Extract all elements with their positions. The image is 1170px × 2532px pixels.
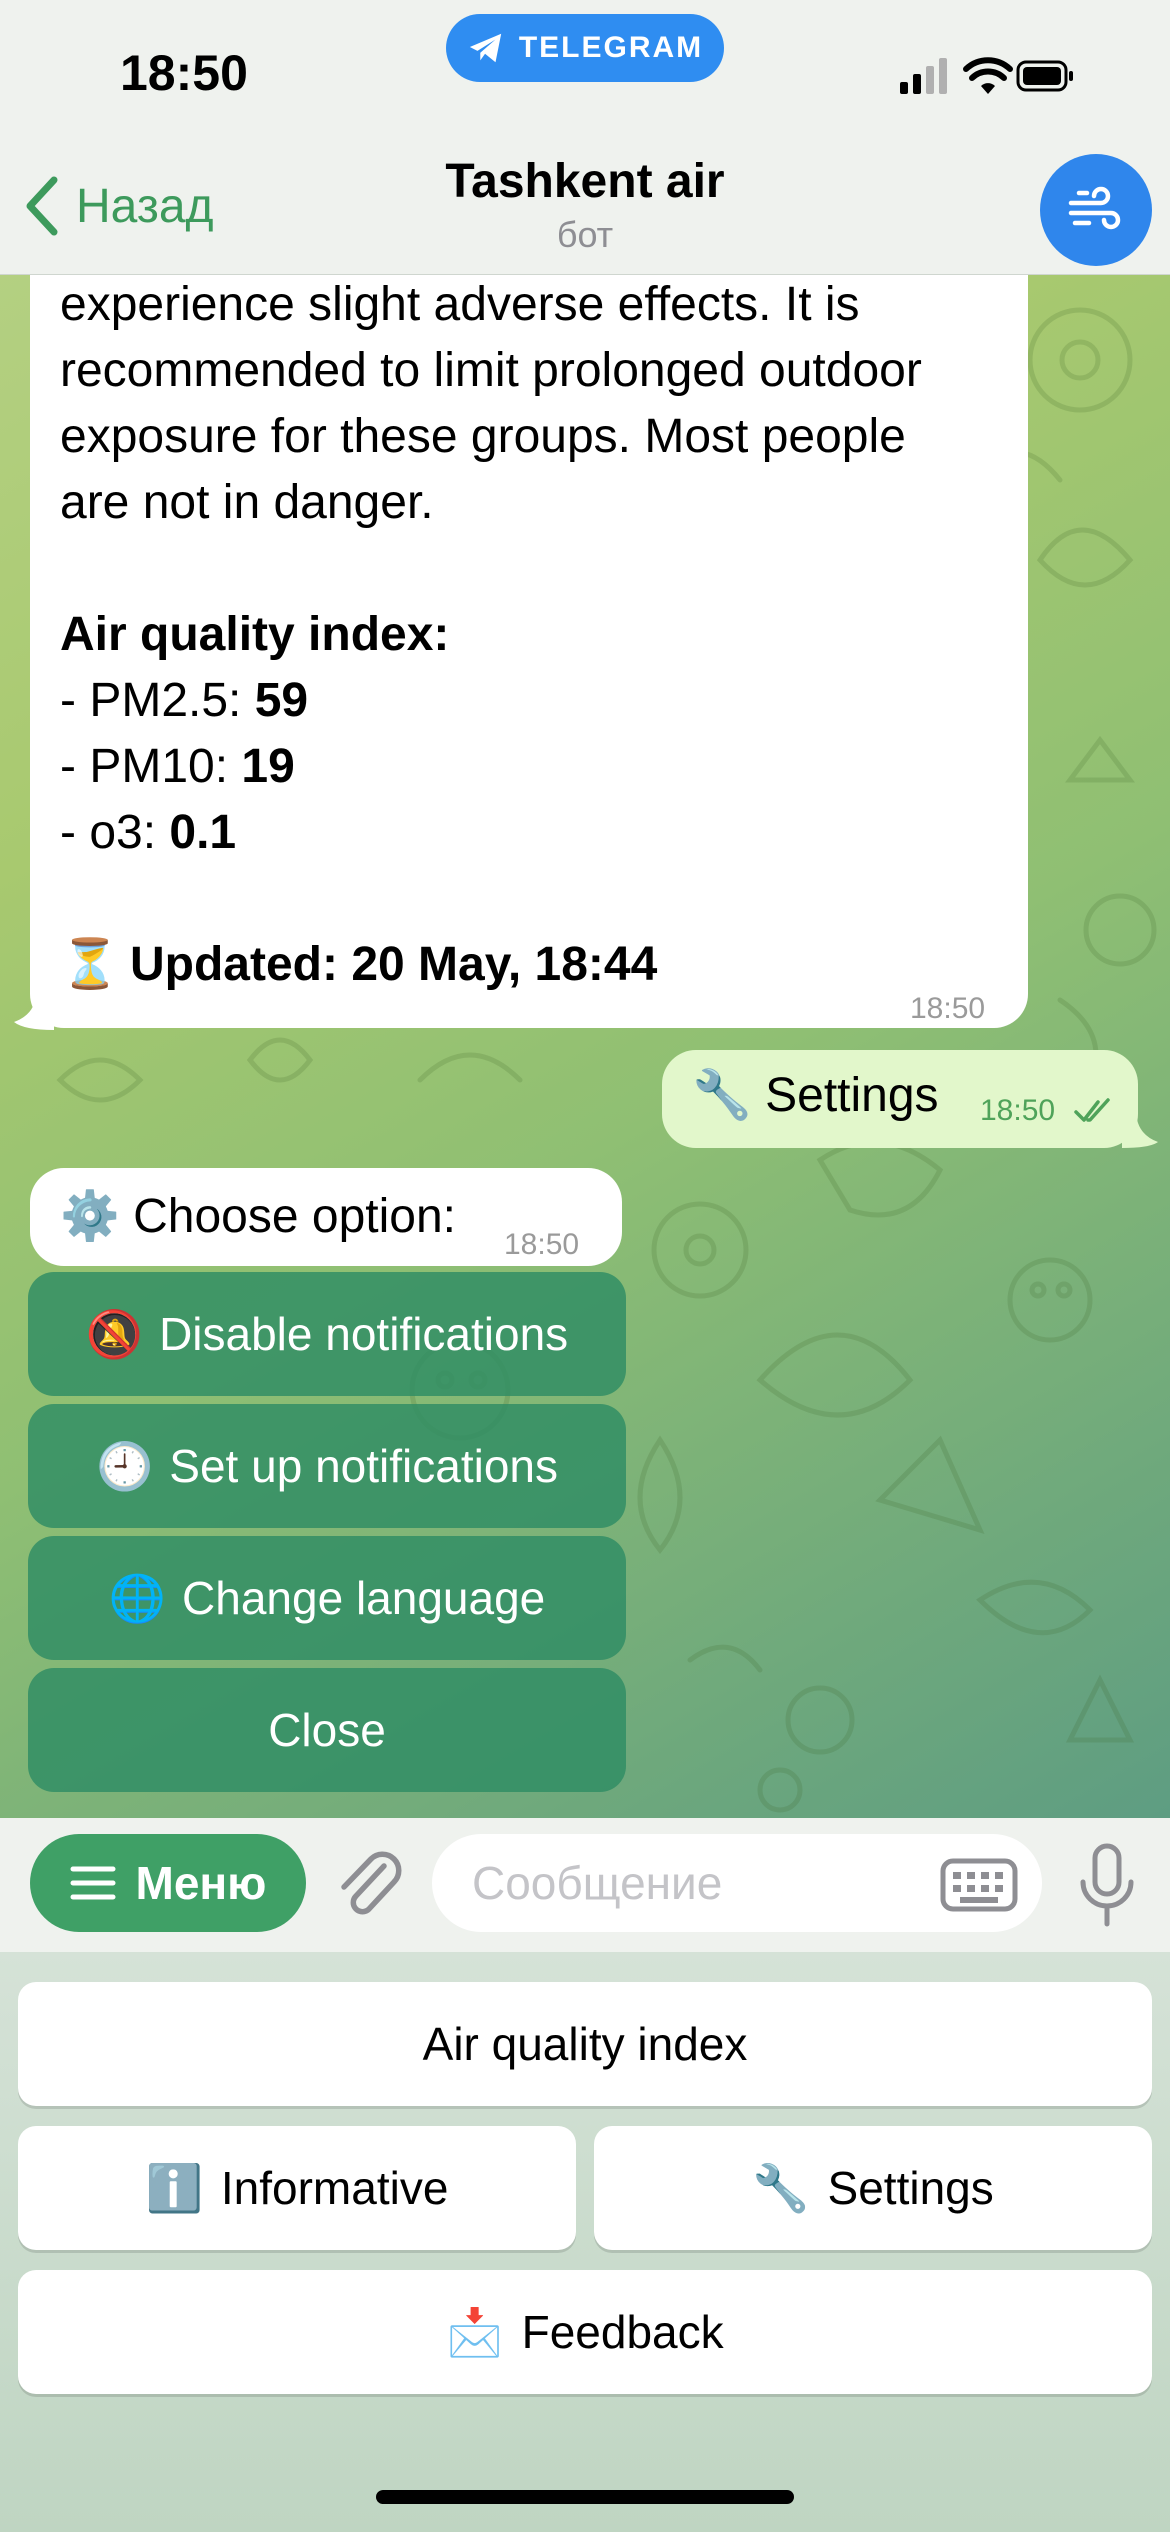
settings-message-text: 🔧 Settings [692, 1066, 939, 1123]
choose-label: Choose option: [133, 1190, 457, 1243]
message-time: 18:50 [980, 1094, 1056, 1127]
wrench-icon: 🔧 [692, 1069, 752, 1122]
button-label: Informative [220, 2162, 449, 2214]
button-label: Close [268, 1704, 386, 1756]
read-ticks-icon [1074, 1098, 1110, 1122]
wind-icon [1068, 186, 1121, 230]
chat-title[interactable]: Tashkent air [0, 154, 1170, 209]
button-label: Change language [182, 1572, 546, 1624]
bubble-tail [1122, 1110, 1158, 1148]
message-composer: Меню [0, 1818, 1170, 1952]
aqi-report-text: for sensitive groups may also experience… [60, 250, 1020, 998]
settings-outgoing-message: 🔧 Settings 18:50 [662, 1050, 1138, 1148]
telegram-pill-label: TELEGRAM [518, 31, 704, 64]
report-blank-line [60, 866, 1020, 932]
signal-icon [900, 58, 947, 94]
paperclip-icon[interactable] [330, 1844, 410, 1924]
settings-label: Settings [765, 1069, 939, 1122]
globe-icon: 🌐 [108, 1571, 167, 1624]
status-icons [900, 57, 1073, 94]
button-label: Set up notifications [169, 1440, 558, 1492]
aqi-report-message: for sensitive groups may also experience… [30, 250, 1028, 1028]
aqi-heading: Air quality index: [60, 608, 450, 661]
pm25-row: - PM2.5: 59 [60, 668, 1020, 734]
button-label: Feedback [521, 2306, 724, 2358]
bot-avatar[interactable] [1040, 154, 1152, 266]
wrench-icon: 🔧 [752, 2161, 810, 2214]
message-time: 18:50 [504, 1228, 580, 1261]
button-label: Air quality index [422, 2018, 748, 2070]
pm10-value: 19 [241, 740, 295, 793]
settings-button[interactable]: 🔧 Settings [594, 2126, 1152, 2250]
choose-option-text: ⚙️ Choose option: [60, 1184, 456, 1250]
pm10-label: - PM10: [60, 740, 242, 793]
wifi-icon [963, 57, 1013, 94]
button-label: Disable notifications [159, 1308, 569, 1360]
pm10-row: - PM10: 19 [60, 734, 1020, 800]
report-blank-line [60, 536, 1020, 602]
status-time: 18:50 [120, 45, 248, 101]
informative-button[interactable]: ℹ️ Informative [18, 2126, 576, 2250]
telegram-icon [469, 33, 502, 63]
keyboard-icon[interactable] [940, 1858, 1018, 1912]
report-line: exposure for these groups. Most people [60, 410, 906, 463]
set-up-notifications-button[interactable]: 🕘 Set up notifications [28, 1404, 626, 1528]
menu-label: Меню [135, 1857, 267, 1909]
bubble-tail [14, 992, 54, 1030]
air-quality-index-button[interactable]: Air quality index [18, 1982, 1152, 2106]
o3-label: - o3: [60, 806, 170, 859]
choose-option-message: ⚙️ Choose option: 18:50 [30, 1168, 622, 1266]
disable-notifications-button[interactable]: 🔕 Disable notifications [28, 1272, 626, 1396]
gear-icon: ⚙️ [60, 1190, 120, 1243]
microphone-icon[interactable] [1078, 1842, 1136, 1930]
feedback-button[interactable]: 📩 Feedback [18, 2270, 1152, 2394]
menu-button[interactable]: Меню [30, 1834, 306, 1932]
clock-icon: 🕘 [96, 1439, 154, 1492]
report-line: recommended to limit prolonged outdoor [60, 344, 922, 397]
updated-text: Updated: 20 May, 18:44 [130, 938, 658, 991]
status-bar: 18:50 TELEGRAM [0, 0, 1170, 150]
pm25-label: - PM2.5: [60, 674, 255, 727]
hourglass-icon: ⏳ [60, 938, 120, 991]
o3-row: - o3: 0.1 [60, 800, 1020, 866]
telegram-pill[interactable]: TELEGRAM [446, 14, 724, 82]
pm25-value: 59 [254, 674, 309, 727]
updated-row: ⏳ Updated: 20 May, 18:44 [60, 932, 1020, 998]
message-time: 18:50 [910, 992, 986, 1025]
chat-subtitle: бот [556, 214, 614, 255]
info-icon: ℹ️ [145, 2161, 203, 2214]
envelope-icon: 📩 [446, 2305, 504, 2358]
menu-icon [70, 1866, 115, 1900]
o3-value: 0.1 [169, 806, 237, 859]
report-line: experience slight adverse effects. It is [60, 278, 860, 331]
battery-icon [1016, 60, 1073, 92]
report-line: are not in danger. [60, 476, 434, 529]
reply-keyboard: Air quality index ℹ️ Informative 🔧 Setting… [0, 1952, 1170, 2532]
close-button[interactable]: Close [28, 1668, 626, 1792]
bell-off-icon: 🔕 [85, 1307, 144, 1360]
change-language-button[interactable]: 🌐 Change language [28, 1536, 626, 1660]
home-indicator[interactable] [376, 2490, 794, 2504]
button-label: Settings [827, 2162, 994, 2214]
chat-header: Назад Tashkent air бот [0, 150, 1170, 275]
